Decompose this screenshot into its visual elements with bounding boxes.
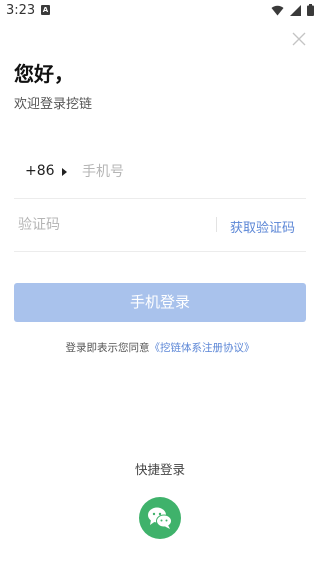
verification-code-input[interactable]	[18, 211, 208, 239]
wechat-login-button[interactable]	[139, 497, 181, 539]
status-icons	[271, 4, 314, 16]
close-button[interactable]	[290, 30, 308, 48]
phone-row: +86	[14, 146, 306, 199]
agreement-text: 登录即表示您同意《挖链体系注册协议》	[0, 340, 320, 355]
battery-icon	[307, 4, 314, 16]
phone-input[interactable]	[82, 158, 292, 186]
wifi-icon	[271, 5, 284, 15]
agreement-prefix: 登录即表示您同意	[65, 342, 150, 354]
notification-icon: A	[41, 5, 50, 15]
country-code-selector[interactable]: +86	[25, 163, 55, 179]
signal-icon	[290, 4, 301, 16]
verification-code-row: 获取验证码	[14, 200, 306, 252]
phone-login-button[interactable]: 手机登录	[14, 283, 306, 322]
welcome-text: 欢迎登录挖链	[14, 97, 93, 112]
greeting-title: 您好，	[14, 62, 74, 86]
get-code-button[interactable]: 获取验证码	[230, 217, 295, 236]
divider	[216, 217, 217, 232]
close-icon	[292, 32, 306, 46]
agreement-link[interactable]: 《挖链体系注册协议》	[150, 342, 255, 354]
quick-login-label: 快捷登录	[134, 462, 185, 477]
wechat-icon	[148, 507, 172, 529]
status-bar: 3:23 A	[0, 0, 320, 22]
status-time: 3:23	[6, 3, 36, 18]
caret-right-icon[interactable]	[62, 168, 67, 176]
